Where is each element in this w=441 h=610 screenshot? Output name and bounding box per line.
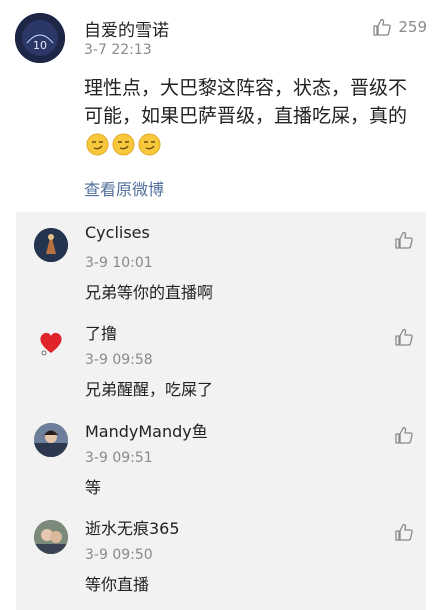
reply-item: 了撸 3-9 09:58 兄弟醒醒，吃屎了	[16, 309, 426, 406]
thumbs-up-icon	[395, 328, 413, 346]
reply-username[interactable]: Cyclises	[85, 223, 150, 242]
reply-avatar[interactable]	[34, 423, 68, 457]
avatar-image-icon	[34, 423, 68, 457]
post-like-button[interactable]: 259	[372, 17, 427, 37]
avatar-image-icon: 10	[15, 13, 65, 63]
reply-timestamp: 3-9 09:50	[85, 547, 153, 563]
heart-avatar-icon	[34, 325, 68, 359]
reply-item: 逝水无痕365 3-9 09:50 等你直播	[16, 504, 426, 601]
smirk-emoji-icon	[112, 133, 135, 156]
reply-text: 等	[85, 478, 102, 497]
post-avatar[interactable]: 10	[15, 13, 65, 63]
reply-avatar[interactable]	[34, 228, 68, 262]
replies-list: Cyclises 3-9 10:01 兄弟等你的直播啊 了撸 3-9 09:58…	[16, 212, 426, 610]
reply-timestamp: 3-9 09:51	[85, 450, 153, 466]
reply-avatar[interactable]	[34, 520, 68, 554]
avatar-image-icon	[34, 228, 68, 262]
thumbs-up-icon	[373, 18, 392, 36]
reply-username[interactable]: MandyMandy鱼	[85, 418, 208, 442]
reply-username[interactable]: 了撸	[85, 320, 117, 344]
thumbs-up-icon	[395, 523, 413, 541]
smirk-emoji-icon	[138, 133, 161, 156]
reply-text: 兄弟等你的直播啊	[85, 283, 214, 302]
reply-text: 兄弟醒醒，吃屎了	[85, 380, 214, 399]
avatar-image-icon	[34, 520, 68, 554]
post-timestamp: 3-7 22:13	[84, 42, 152, 58]
reply-timestamp: 3-9 10:01	[85, 255, 153, 271]
reply-like-button[interactable]	[394, 230, 414, 250]
reply-avatar[interactable]	[34, 325, 68, 359]
svg-text:10: 10	[33, 39, 47, 52]
emoji-group	[86, 133, 161, 156]
reply-timestamp: 3-9 09:58	[85, 352, 153, 368]
thumbs-up-icon	[395, 231, 413, 249]
post-body: 理性点，大巴黎这阵容，状态，晋级不可能，如果巴萨晋级，直播吃屎，真的	[84, 74, 424, 158]
post-text: 理性点，大巴黎这阵容，状态，晋级不可能，如果巴萨晋级，直播吃屎，真的	[84, 77, 408, 127]
reply-item: Cyclises 3-9 10:01 兄弟等你的直播啊	[16, 212, 426, 309]
reply-like-button[interactable]	[394, 425, 414, 445]
reply-like-button[interactable]	[394, 327, 414, 347]
main-post: 10 自爱的雪诺 3-7 22:13 259 理性点，大巴黎这阵容，状态，晋级不…	[0, 0, 441, 212]
smirk-emoji-icon	[86, 133, 109, 156]
post-like-count: 259	[398, 18, 427, 36]
thumbs-up-icon	[395, 426, 413, 444]
reply-item: MandyMandy鱼 3-9 09:51 等	[16, 407, 426, 504]
reply-like-button[interactable]	[394, 522, 414, 542]
reply-text: 等你直播	[85, 575, 150, 594]
post-username[interactable]: 自爱的雪诺	[84, 16, 169, 41]
reply-username[interactable]: 逝水无痕365	[85, 515, 180, 539]
view-original-link[interactable]: 查看原微博	[84, 176, 164, 200]
